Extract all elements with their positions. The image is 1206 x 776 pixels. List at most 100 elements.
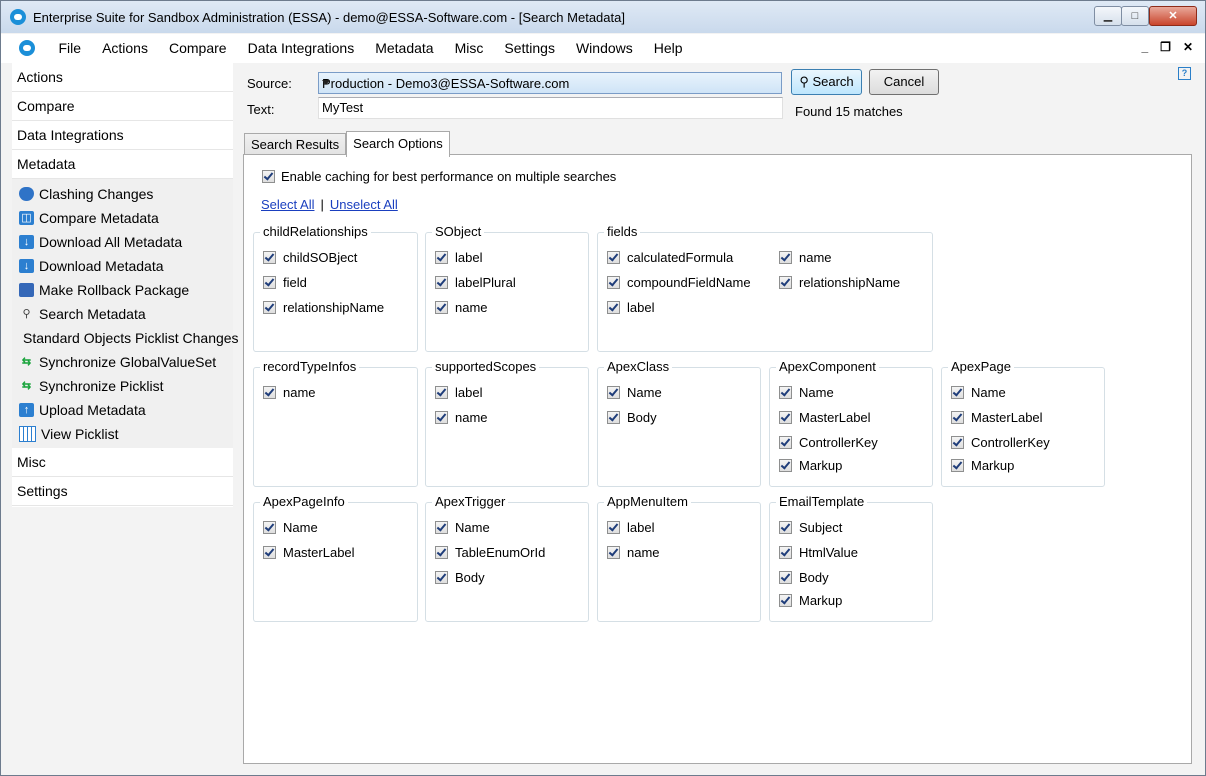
menu-windows[interactable]: Windows: [565, 34, 643, 63]
option-body[interactable]: Body: [607, 410, 657, 425]
option-checkbox[interactable]: [435, 276, 448, 289]
mdi-close-button[interactable]: ✕: [1183, 40, 1193, 54]
option-checkbox[interactable]: [435, 546, 448, 559]
option-controllerkey[interactable]: ControllerKey: [951, 435, 1050, 450]
sidebar-item-compare-metadata[interactable]: ◫ Compare Metadata: [12, 206, 233, 230]
option-checkbox[interactable]: [779, 594, 792, 607]
sidebar-item-clashing-changes[interactable]: Clashing Changes: [12, 182, 233, 206]
search-button[interactable]: ⚲ Search: [791, 69, 862, 95]
option-checkbox[interactable]: [607, 301, 620, 314]
option-field[interactable]: field: [263, 275, 307, 290]
search-text-input[interactable]: MyTest: [318, 97, 783, 119]
option-checkbox[interactable]: [263, 386, 276, 399]
option-label[interactable]: label: [435, 250, 482, 265]
option-name[interactable]: Name: [435, 520, 490, 535]
option-checkbox[interactable]: [263, 521, 276, 534]
option-checkbox[interactable]: [263, 301, 276, 314]
menu-misc[interactable]: Misc: [444, 34, 494, 63]
option-masterlabel[interactable]: MasterLabel: [951, 410, 1043, 425]
sidebar-item-search-metadata[interactable]: ⚲ Search Metadata: [12, 302, 233, 326]
option-compoundfieldname[interactable]: compoundFieldName: [607, 275, 751, 290]
maximize-button[interactable]: □: [1121, 6, 1149, 26]
menu-metadata[interactable]: Metadata: [365, 34, 444, 63]
option-name[interactable]: Name: [607, 385, 662, 400]
option-name[interactable]: name: [435, 300, 488, 315]
option-relationshipname[interactable]: relationshipName: [779, 275, 900, 290]
option-checkbox[interactable]: [263, 251, 276, 264]
option-checkbox[interactable]: [779, 546, 792, 559]
mdi-restore-button[interactable]: ❐: [1160, 40, 1171, 54]
sidebar-item-view-picklist[interactable]: View Picklist: [12, 422, 233, 446]
option-checkbox[interactable]: [607, 411, 620, 424]
cancel-button[interactable]: Cancel: [869, 69, 939, 95]
source-dropdown[interactable]: Production - Demo3@ESSA-Software.com: [318, 72, 782, 94]
option-htmlvalue[interactable]: HtmlValue: [779, 545, 858, 560]
option-checkbox[interactable]: [607, 386, 620, 399]
option-checkbox[interactable]: [779, 411, 792, 424]
option-labelplural[interactable]: labelPlural: [435, 275, 516, 290]
sidebar-item-make-rollback-package[interactable]: Make Rollback Package: [12, 278, 233, 302]
option-childsobject[interactable]: childSOBject: [263, 250, 357, 265]
sidebar-item-synchronize-globalvalueset[interactable]: ⇆ Synchronize GlobalValueSet: [12, 350, 233, 374]
option-checkbox[interactable]: [779, 521, 792, 534]
option-checkbox[interactable]: [435, 571, 448, 584]
option-checkbox[interactable]: [951, 411, 964, 424]
app-menu-icon[interactable]: [19, 40, 35, 56]
menu-settings[interactable]: Settings: [494, 34, 566, 63]
option-body[interactable]: Body: [779, 570, 829, 585]
help-icon[interactable]: ?: [1178, 67, 1191, 80]
option-checkbox[interactable]: [779, 251, 792, 264]
unselect-all-link[interactable]: Unselect All: [330, 197, 398, 212]
title-bar[interactable]: Enterprise Suite for Sandbox Administrat…: [1, 1, 1205, 33]
option-checkbox[interactable]: [779, 436, 792, 449]
option-label[interactable]: label: [607, 300, 654, 315]
sidebar-section-data-integrations[interactable]: Data Integrations: [12, 121, 233, 150]
option-label[interactable]: label: [435, 385, 482, 400]
menu-compare[interactable]: Compare: [158, 34, 237, 63]
option-name[interactable]: name: [779, 250, 832, 265]
menu-actions[interactable]: Actions: [92, 34, 159, 63]
sidebar-section-misc[interactable]: Misc: [12, 448, 233, 477]
option-markup[interactable]: Markup: [951, 458, 1014, 473]
mdi-minimize-button[interactable]: _: [1141, 40, 1148, 54]
option-relationshipname[interactable]: relationshipName: [263, 300, 384, 315]
option-checkbox[interactable]: [263, 546, 276, 559]
option-checkbox[interactable]: [779, 459, 792, 472]
sidebar-section-actions[interactable]: Actions: [12, 63, 233, 92]
option-body[interactable]: Body: [435, 570, 485, 585]
enable-caching-option[interactable]: Enable caching for best performance on m…: [262, 169, 616, 184]
option-checkbox[interactable]: [779, 276, 792, 289]
option-checkbox[interactable]: [951, 386, 964, 399]
option-checkbox[interactable]: [951, 436, 964, 449]
option-calculatedformula[interactable]: calculatedFormula: [607, 250, 733, 265]
menu-data-integrations[interactable]: Data Integrations: [237, 34, 365, 63]
option-name[interactable]: name: [263, 385, 316, 400]
sidebar-item-download-metadata[interactable]: ↓ Download Metadata: [12, 254, 233, 278]
option-checkbox[interactable]: [607, 521, 620, 534]
sidebar-section-compare[interactable]: Compare: [12, 92, 233, 121]
option-name[interactable]: name: [607, 545, 660, 560]
option-checkbox[interactable]: [435, 251, 448, 264]
option-checkbox[interactable]: [779, 386, 792, 399]
sidebar-item-download-all-metadata[interactable]: ↓ Download All Metadata: [12, 230, 233, 254]
option-name[interactable]: Name: [263, 520, 318, 535]
option-checkbox[interactable]: [607, 546, 620, 559]
menu-file[interactable]: File: [48, 34, 92, 63]
option-masterlabel[interactable]: MasterLabel: [779, 410, 871, 425]
option-masterlabel[interactable]: MasterLabel: [263, 545, 355, 560]
menu-help[interactable]: Help: [643, 34, 693, 63]
option-markup[interactable]: Markup: [779, 458, 842, 473]
sidebar-item-upload-metadata[interactable]: ↑ Upload Metadata: [12, 398, 233, 422]
option-checkbox[interactable]: [607, 251, 620, 264]
option-name[interactable]: name: [435, 410, 488, 425]
option-checkbox[interactable]: [779, 571, 792, 584]
option-checkbox[interactable]: [607, 276, 620, 289]
sidebar-section-metadata[interactable]: Metadata: [12, 150, 233, 179]
select-all-link[interactable]: Select All: [261, 197, 314, 212]
option-controllerkey[interactable]: ControllerKey: [779, 435, 878, 450]
option-checkbox[interactable]: [435, 301, 448, 314]
option-name[interactable]: Name: [951, 385, 1006, 400]
option-tableenumorid[interactable]: TableEnumOrId: [435, 545, 545, 560]
minimize-button[interactable]: ▁: [1094, 6, 1122, 26]
option-label[interactable]: label: [607, 520, 654, 535]
